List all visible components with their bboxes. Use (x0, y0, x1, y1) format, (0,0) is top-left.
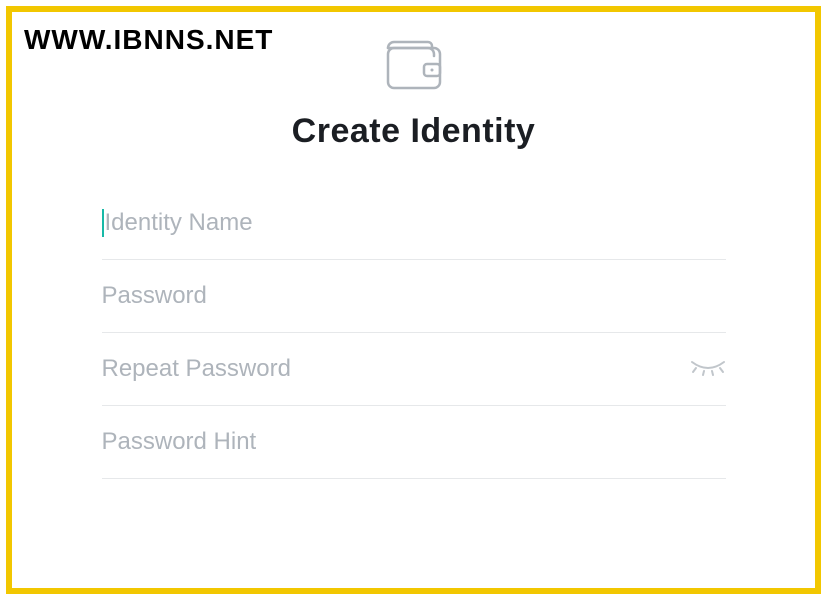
identity-name-field[interactable] (102, 187, 726, 260)
password-hint-field[interactable] (102, 406, 726, 479)
app-frame: WWW.IBNNS.NET Create Identity (6, 6, 821, 594)
watermark-text: WWW.IBNNS.NET (24, 24, 273, 56)
repeat-password-input[interactable] (102, 355, 678, 383)
wallet-icon (378, 30, 450, 94)
identity-name-input[interactable] (104, 209, 725, 237)
create-identity-form (94, 187, 734, 479)
password-hint-input[interactable] (102, 428, 726, 456)
repeat-password-field[interactable] (102, 333, 726, 406)
page-title: Create Identity (292, 112, 536, 151)
content-area: Create Identity (12, 12, 815, 588)
password-field[interactable] (102, 260, 726, 333)
eye-hidden-icon[interactable] (690, 358, 726, 381)
password-input[interactable] (102, 282, 726, 310)
